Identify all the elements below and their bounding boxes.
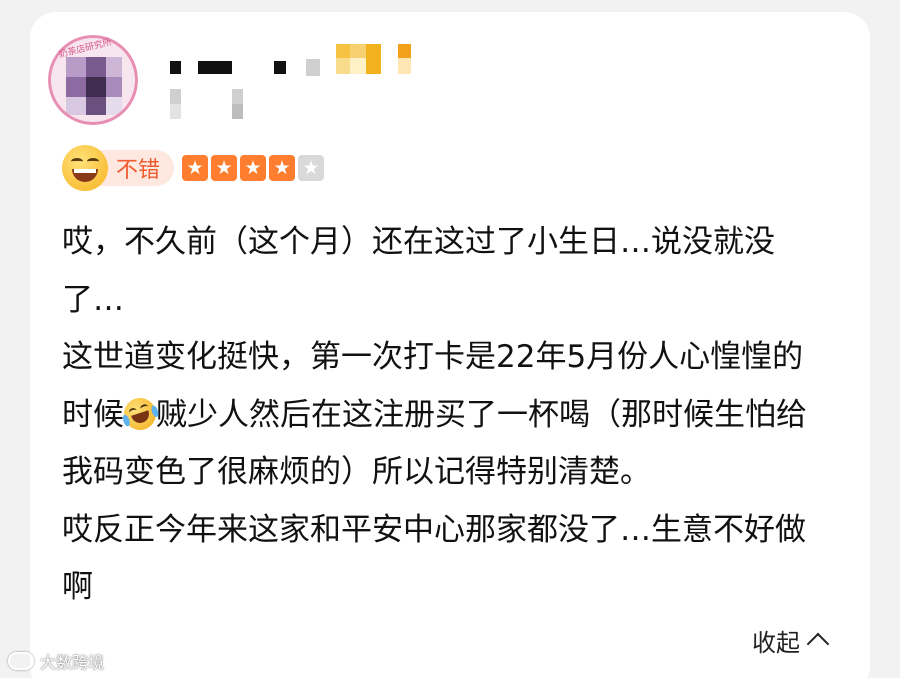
star-icon: ★ [269, 155, 296, 181]
collapse-label: 收起 [752, 628, 800, 657]
watermark: 大数跨境 [8, 650, 104, 672]
review-paragraph-text: 贼少人然后在这注册买了一杯喝（那时候生怕给我码变色了很麻烦的）所以记得特别清楚。 [62, 396, 807, 491]
review-text: 哎，不久前（这个月）还在这过了小生日…说没就没了… 这世道变化挺快，第一次打卡是… [62, 214, 832, 617]
review-paragraph: 哎，不久前（这个月）还在这过了小生日…说没就没了… [62, 224, 775, 318]
review-paragraph: 哎反正今年来这家和平安中心那家都没了…生意不好做啊 [62, 511, 806, 606]
star-rating: ★ ★ ★ ★ ★ [182, 155, 327, 181]
collapse-button[interactable]: 收起 [752, 622, 830, 658]
watermark-logo-icon [8, 652, 34, 670]
chevron-up-icon [806, 632, 830, 656]
screenshot-page: 奶茶店研究所 不错 ★ ★ ★ ★ ★ 哎，不久前（这个月）还在这过了小生日…说… [0, 0, 900, 678]
rating-row: 不错 ★ ★ ★ ★ ★ [62, 145, 327, 191]
star-icon: ★ [211, 155, 238, 181]
rolling-on-floor-laughing-icon [119, 393, 161, 434]
star-icon: ★ [298, 155, 325, 181]
star-icon: ★ [182, 155, 209, 181]
review-paragraph: 这世道变化挺快，第一次打卡是22年5月份人心惶惶的时候 贼少人然后在这注册买了一杯… [62, 329, 832, 502]
grinning-face-icon [62, 145, 108, 191]
avatar[interactable]: 奶茶店研究所 [48, 35, 138, 125]
watermark-text: 大数跨境 [40, 653, 105, 672]
star-icon: ★ [240, 155, 267, 181]
